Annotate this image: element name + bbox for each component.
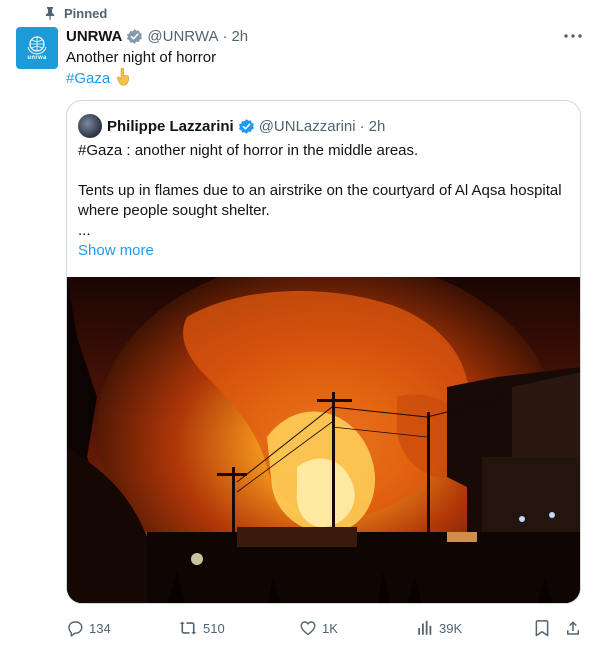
views-chart-icon bbox=[416, 619, 434, 637]
timestamp[interactable]: 2h bbox=[231, 28, 248, 45]
quoted-text-line: #Gaza : another night of horror in the m… bbox=[78, 142, 419, 159]
more-options-icon[interactable] bbox=[563, 28, 583, 44]
quoted-tweet[interactable]: Philippe Lazzarini @UNLazzarini · 2h #Ga… bbox=[66, 100, 581, 604]
tweet-photo[interactable] bbox=[67, 277, 580, 603]
quoted-avatar[interactable] bbox=[78, 114, 102, 138]
reply-count: 134 bbox=[89, 620, 111, 636]
separator-dot: · bbox=[222, 27, 228, 45]
logo-wordmark: unrwa bbox=[27, 55, 47, 61]
blue-verified-badge-icon bbox=[238, 118, 255, 135]
verified-badge-icon bbox=[126, 28, 143, 45]
views-button[interactable]: 39K bbox=[416, 618, 462, 638]
share-button[interactable] bbox=[564, 618, 582, 638]
tweet-header: UNRWA @UNRWA · 2h bbox=[66, 26, 248, 46]
quoted-header: Philippe Lazzarini @UNLazzarini · 2h bbox=[107, 116, 385, 136]
repost-count: 510 bbox=[203, 620, 225, 636]
pin-icon bbox=[44, 6, 56, 20]
hashtag-link[interactable]: #Gaza bbox=[66, 70, 110, 87]
reply-button[interactable]: 134 bbox=[66, 618, 111, 638]
pointing-down-emoji-icon bbox=[115, 67, 131, 92]
quoted-text-ellipsis: ... bbox=[78, 222, 91, 239]
tweet-text: Another night of horror bbox=[66, 49, 217, 66]
author-name[interactable]: UNRWA bbox=[66, 28, 122, 45]
reply-icon bbox=[66, 619, 84, 637]
tweet-actions: 134 510 1K 39K bbox=[66, 618, 586, 638]
repost-button[interactable]: 510 bbox=[178, 618, 225, 638]
pinned-label: Pinned bbox=[64, 5, 108, 21]
avatar[interactable]: unrwa bbox=[16, 27, 58, 69]
share-icon bbox=[564, 619, 582, 637]
like-count: 1K bbox=[322, 620, 338, 636]
bookmark-button[interactable] bbox=[534, 618, 550, 638]
show-more-link[interactable]: Show more bbox=[78, 241, 154, 261]
quoted-text: #Gaza : another night of horror in the m… bbox=[78, 141, 573, 241]
pinned-indicator: Pinned bbox=[44, 5, 107, 21]
quoted-timestamp[interactable]: 2h bbox=[369, 118, 386, 135]
un-logo-icon bbox=[27, 36, 47, 55]
author-handle[interactable]: @UNRWA bbox=[147, 28, 218, 45]
pinned-tweet[interactable]: Pinned unrwa UNRWA @UNRWA · 2h Another n… bbox=[0, 0, 599, 648]
repost-icon bbox=[178, 619, 198, 637]
tweet-hashtag-line: #Gaza bbox=[66, 67, 131, 92]
quoted-author-handle[interactable]: @UNLazzarini bbox=[259, 118, 356, 135]
quoted-author-name[interactable]: Philippe Lazzarini bbox=[107, 118, 234, 135]
bookmark-icon bbox=[534, 619, 550, 637]
views-count: 39K bbox=[439, 620, 463, 636]
quoted-text-line: Tents up in flames due to an airstrike o… bbox=[78, 182, 562, 219]
separator-dot: · bbox=[359, 117, 365, 135]
like-button[interactable]: 1K bbox=[299, 618, 338, 638]
heart-icon bbox=[299, 619, 317, 637]
